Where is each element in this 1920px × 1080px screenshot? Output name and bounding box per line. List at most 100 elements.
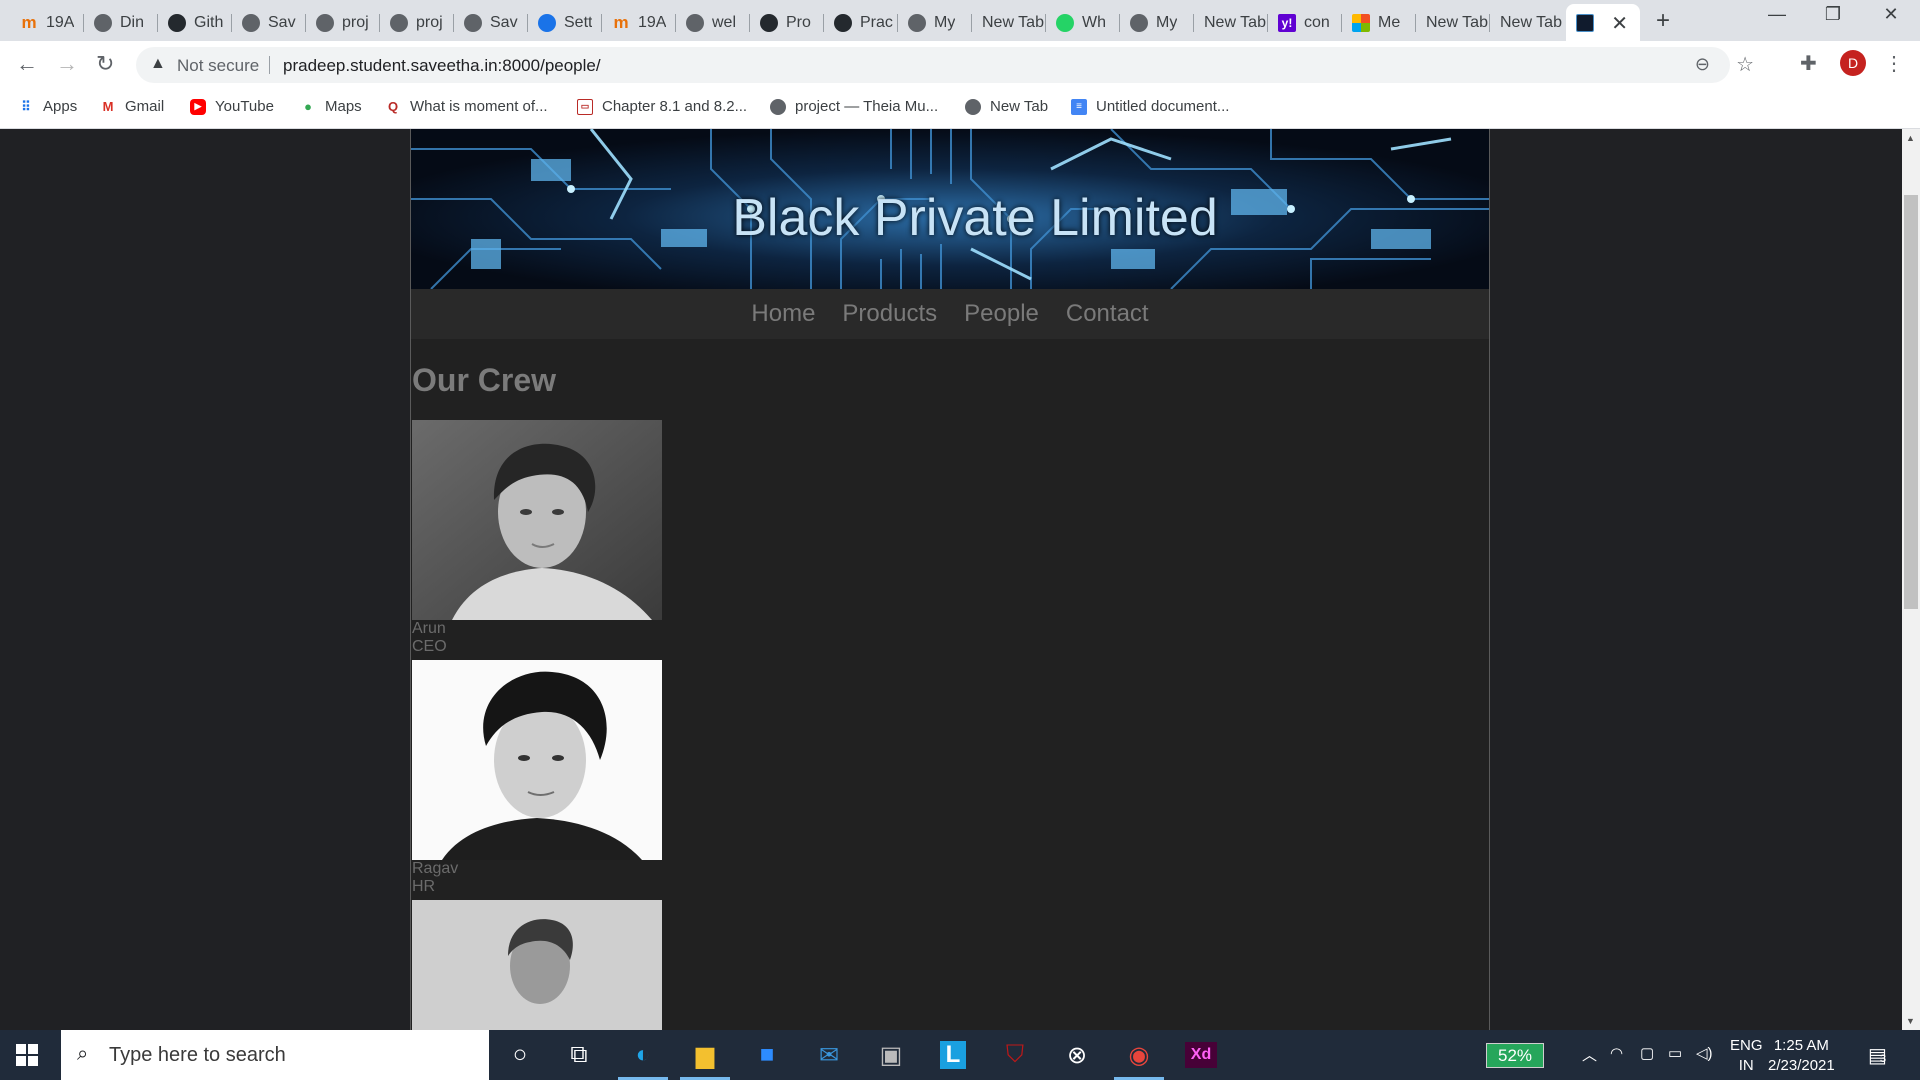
browser-tab[interactable]: Din xyxy=(84,4,158,41)
browser-toolbar: ← → ↻ ▲ Not secure pradeep.student.savee… xyxy=(0,41,1920,89)
zoom-app-icon[interactable]: ■ xyxy=(738,1030,796,1080)
browser-tab[interactable]: My xyxy=(1120,4,1194,41)
close-window-button[interactable]: ✕ xyxy=(1866,4,1916,25)
browser-tab[interactable]: Prac xyxy=(824,4,898,41)
volume-icon[interactable]: ◁) xyxy=(1696,1044,1713,1062)
battery-indicator[interactable]: 52% xyxy=(1486,1043,1544,1068)
browser-tab-active[interactable]: ✕ xyxy=(1566,4,1640,41)
reload-icon[interactable]: ↻ xyxy=(96,51,114,77)
browser-tab[interactable]: My xyxy=(898,4,972,41)
browser-tab[interactable]: Sav xyxy=(232,4,306,41)
page-viewport: Black Private Limited Home Products Peop… xyxy=(0,129,1902,1030)
new-tab-button[interactable]: + xyxy=(1656,7,1670,35)
firehouse-icon: m xyxy=(21,12,37,32)
chrome-icon[interactable]: ◉ xyxy=(1110,1030,1168,1080)
zoom-icon[interactable]: ⊖ xyxy=(1695,54,1710,75)
address-bar[interactable]: ▲ Not secure pradeep.student.saveetha.in… xyxy=(136,47,1754,83)
browser-tab[interactable]: New Tab xyxy=(1194,4,1268,41)
slides-icon: ▭ xyxy=(577,98,593,115)
back-icon[interactable]: ← xyxy=(16,51,38,77)
nav-contact-link[interactable]: Contact xyxy=(1066,300,1149,328)
crew-name: Arun xyxy=(412,620,446,637)
browser-tab[interactable]: proj xyxy=(380,4,454,41)
browser-tab[interactable]: y! con xyxy=(1268,4,1342,41)
page-scrollbar[interactable]: ▲ ▼ xyxy=(1902,129,1920,1030)
xbox-icon[interactable]: ⊗ xyxy=(1048,1030,1106,1080)
profile-avatar[interactable]: D xyxy=(1840,50,1866,76)
bookmark-star-icon[interactable]: ☆ xyxy=(1736,52,1754,77)
browser-tab[interactable]: m 19A xyxy=(602,4,676,41)
globe-icon xyxy=(242,13,260,32)
browser-tab[interactable]: Me xyxy=(1342,4,1416,41)
mcafee-icon[interactable]: ⛉ xyxy=(986,1030,1044,1080)
file-explorer-icon[interactable]: ▆ xyxy=(676,1030,734,1080)
browser-tab[interactable]: Sett xyxy=(528,4,602,41)
mail-icon[interactable]: ✉ xyxy=(800,1030,858,1080)
browser-tab[interactable]: New Tab xyxy=(1416,4,1490,41)
browser-tab[interactable]: Pro xyxy=(750,4,824,41)
scroll-down-icon[interactable]: ▼ xyxy=(1906,1016,1915,1026)
browser-tab[interactable]: New Tab xyxy=(972,4,1046,41)
scrollbar-thumb[interactable] xyxy=(1904,195,1918,609)
battery-icon[interactable]: ▭ xyxy=(1668,1044,1682,1062)
security-label[interactable]: Not secure xyxy=(177,56,259,76)
browser-tab[interactable]: proj xyxy=(306,4,380,41)
chevron-up-icon[interactable]: ︿ xyxy=(1582,1044,1597,1065)
browser-tab[interactable]: wel xyxy=(676,4,750,41)
bookmark-gmail[interactable]: M Gmail xyxy=(100,98,165,115)
extensions-icon[interactable]: ✚ xyxy=(1800,51,1817,76)
bookmark-quora[interactable]: Q What is moment of... xyxy=(385,98,548,115)
bookmark-newtab[interactable]: New Tab xyxy=(965,98,1048,115)
page-heading: Our Crew xyxy=(412,362,557,398)
url-text[interactable]: pradeep.student.saveetha.in:8000/people/ xyxy=(283,56,601,76)
browser-tab[interactable]: Gith xyxy=(158,4,232,41)
header-banner: Black Private Limited xyxy=(411,129,1489,289)
close-tab-icon[interactable]: ✕ xyxy=(1611,11,1628,36)
adobe-xd-icon[interactable]: Xd xyxy=(1172,1030,1230,1080)
crew-card: Ragav HR xyxy=(412,660,662,896)
camera-icon[interactable]: ▣ xyxy=(862,1030,920,1080)
meet-now-icon[interactable]: ▢ xyxy=(1640,1044,1654,1062)
l-app-icon[interactable]: L xyxy=(924,1030,982,1080)
language-indicator[interactable]: ENG IN xyxy=(1730,1036,1763,1076)
browser-tab[interactable]: Wh xyxy=(1046,4,1120,41)
warning-icon: ▲ xyxy=(150,55,166,72)
globe-icon xyxy=(464,13,482,32)
scroll-up-icon[interactable]: ▲ xyxy=(1906,133,1915,143)
browser-tab[interactable]: New Tab xyxy=(1490,4,1564,41)
crew-role: CEO xyxy=(412,638,447,655)
crew-photo xyxy=(412,660,662,860)
crew-card xyxy=(412,900,662,1030)
gear-icon xyxy=(538,13,556,32)
quora-icon: Q xyxy=(387,99,399,114)
browser-tab[interactable]: m 19A xyxy=(10,4,84,41)
notification-center-icon[interactable]: ▤ 3 xyxy=(1868,1043,1887,1068)
restore-button[interactable]: ❐ xyxy=(1808,4,1858,25)
bookmark-maps[interactable]: ● Maps xyxy=(300,98,362,115)
nav-home-link[interactable]: Home xyxy=(751,300,815,328)
nav-people-link[interactable]: People xyxy=(964,300,1039,328)
taskbar-search[interactable]: ⌕ Type here to search xyxy=(61,1030,489,1080)
nav-products-link[interactable]: Products xyxy=(842,300,937,328)
system-clock[interactable]: 1:25 AM 2/23/2021 xyxy=(1768,1036,1835,1076)
whatsapp-icon xyxy=(1056,13,1074,32)
bookmark-slides[interactable]: ▭ Chapter 8.1 and 8.2... xyxy=(577,98,747,115)
bookmark-theia[interactable]: project — Theia Mu... xyxy=(770,98,938,115)
minimize-button[interactable]: — xyxy=(1752,4,1802,25)
bookmark-docs[interactable]: ≡ Untitled document... xyxy=(1071,98,1229,115)
github-icon xyxy=(168,13,186,32)
site-nav: Home Products People Contact xyxy=(411,289,1489,339)
search-icon: ⌕ xyxy=(77,1043,89,1065)
youtube-icon: ▶ xyxy=(190,98,206,115)
github-icon xyxy=(834,13,852,32)
browser-menu-icon[interactable]: ⋮ xyxy=(1884,51,1904,76)
bookmark-apps[interactable]: ⠿ Apps xyxy=(18,98,77,115)
forward-icon[interactable]: → xyxy=(56,51,78,77)
cortana-icon[interactable]: ○ xyxy=(491,1030,549,1080)
windows-start-icon[interactable] xyxy=(16,1044,38,1066)
wifi-icon[interactable]: ◠ xyxy=(1610,1044,1623,1062)
task-view-icon[interactable]: ⧉ xyxy=(550,1030,608,1080)
edge-icon[interactable]: ◐ xyxy=(614,1030,672,1080)
browser-tab[interactable]: Sav xyxy=(454,4,528,41)
bookmark-youtube[interactable]: ▶ YouTube xyxy=(190,98,274,115)
